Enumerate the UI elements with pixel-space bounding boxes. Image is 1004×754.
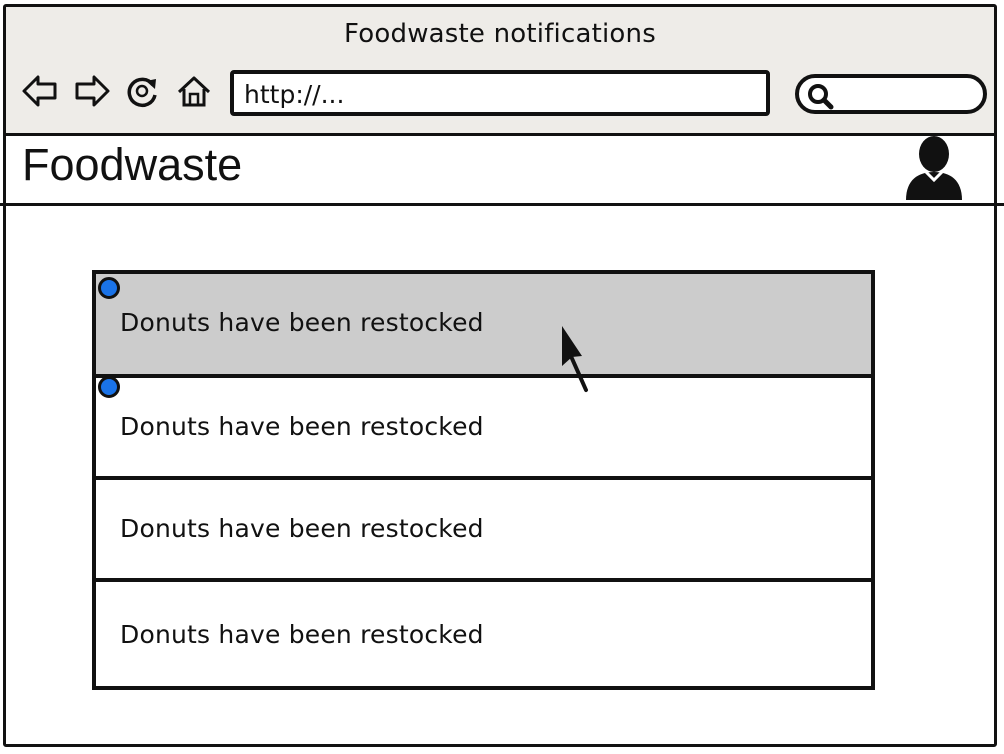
notification-text: Donuts have been restocked [120, 514, 484, 543]
notification-item[interactable]: Donuts have been restocked [96, 480, 871, 582]
search-icon [808, 84, 834, 110]
back-button[interactable] [20, 71, 60, 111]
home-button[interactable] [174, 71, 214, 111]
app-title: Foodwaste [22, 139, 243, 190]
back-arrow-icon [22, 75, 57, 107]
notification-text: Donuts have been restocked [120, 412, 484, 441]
browser-chrome: Foodwaste notifications http://... [6, 7, 994, 136]
notification-item[interactable]: Donuts have been restocked [96, 582, 871, 686]
user-avatar-button[interactable] [902, 134, 966, 202]
home-icon [177, 76, 211, 107]
browser-search-input[interactable] [795, 74, 987, 114]
forward-arrow-icon [75, 75, 110, 107]
unread-dot-icon [98, 277, 120, 299]
app-header: Foodwaste [0, 129, 1004, 206]
reload-icon [127, 77, 157, 108]
notification-item[interactable]: Donuts have been restocked [96, 378, 871, 480]
reload-button[interactable] [122, 71, 162, 111]
notifications-list: Donuts have been restocked Donuts have b… [92, 270, 875, 690]
notification-item[interactable]: Donuts have been restocked [96, 274, 871, 378]
user-avatar-icon [906, 136, 962, 200]
address-bar-url: http://... [244, 80, 345, 109]
notification-text: Donuts have been restocked [120, 308, 484, 337]
notification-text: Donuts have been restocked [120, 620, 484, 649]
mouse-cursor-icon [556, 324, 596, 394]
forward-button[interactable] [72, 71, 112, 111]
unread-dot-icon [98, 376, 120, 398]
address-bar[interactable]: http://... [230, 70, 770, 116]
window-title: Foodwaste notifications [344, 19, 656, 49]
